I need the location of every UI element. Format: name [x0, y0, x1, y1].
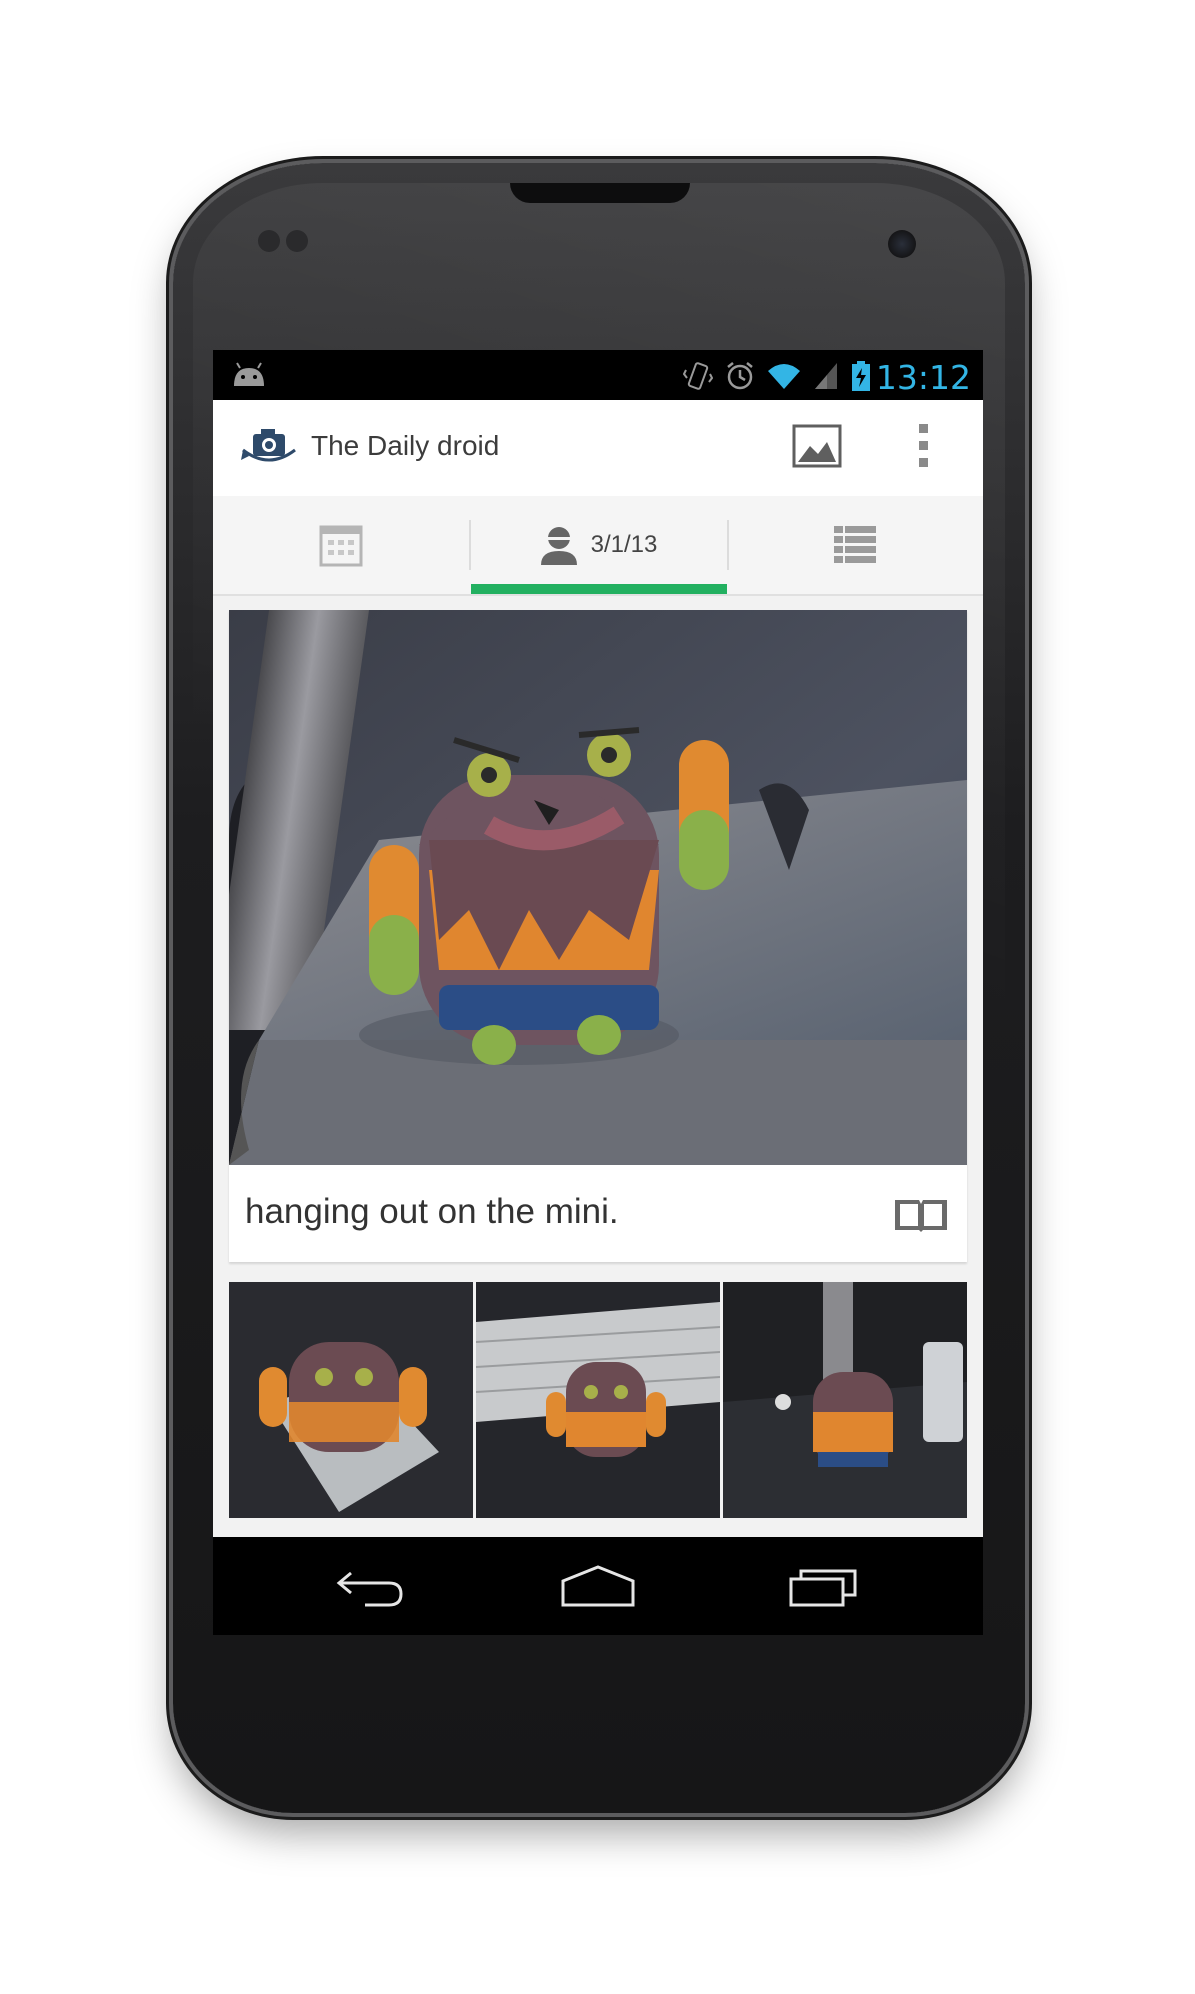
list-icon	[834, 526, 876, 564]
photo-caption: hanging out on the mini.	[245, 1192, 619, 1231]
thumbnail-1[interactable]	[229, 1282, 473, 1518]
app-title: The Daily droid	[311, 430, 500, 461]
light-sensor	[286, 230, 308, 252]
tab-today[interactable]: 3/1/13	[471, 496, 727, 594]
tab-bar: 3/1/13	[213, 496, 983, 596]
journal-book-icon[interactable]	[893, 1196, 949, 1232]
overflow-dot	[918, 441, 928, 450]
tab-list[interactable]	[727, 496, 983, 594]
home-icon[interactable]	[561, 1565, 635, 1609]
tab-calendar[interactable]	[213, 496, 469, 594]
vibrate-icon	[683, 362, 713, 390]
front-camera	[888, 230, 916, 258]
proximity-sensor	[258, 230, 280, 252]
calendar-icon	[319, 525, 363, 567]
overflow-menu-button[interactable]	[913, 420, 933, 474]
thumbnail-strip	[229, 1282, 967, 1518]
status-bar: 13:12	[213, 350, 983, 400]
navigation-bar	[213, 1537, 983, 1635]
android-icon	[234, 362, 264, 386]
signal-icon	[815, 363, 837, 389]
status-clock: 13:12	[875, 358, 971, 397]
photo-card[interactable]: hanging out on the mini.	[229, 610, 967, 1262]
overflow-dot	[918, 458, 928, 467]
gallery-button[interactable]	[791, 422, 845, 472]
wifi-icon	[768, 364, 800, 389]
overflow-menu-icon	[918, 424, 928, 433]
back-icon[interactable]	[335, 1565, 405, 1609]
alarm-icon	[727, 362, 753, 390]
battery-charging-icon	[852, 361, 870, 391]
screen: 13:12 The Daily droid 3/1/13 hanging out…	[213, 350, 983, 1635]
camera-rotate-icon[interactable]	[239, 426, 299, 470]
featured-photo[interactable]	[229, 610, 967, 1165]
recents-icon[interactable]	[789, 1565, 859, 1609]
tab-selected-indicator	[471, 584, 727, 594]
thumbnail-2[interactable]	[476, 1282, 720, 1518]
earpiece-speaker	[510, 183, 690, 203]
person-icon	[540, 527, 577, 565]
status-icons	[683, 360, 871, 392]
action-bar: The Daily droid	[213, 400, 983, 496]
tab-date-label: 3/1/13	[590, 531, 658, 558]
gallery-icon	[792, 424, 842, 468]
thumbnail-3[interactable]	[723, 1282, 967, 1518]
